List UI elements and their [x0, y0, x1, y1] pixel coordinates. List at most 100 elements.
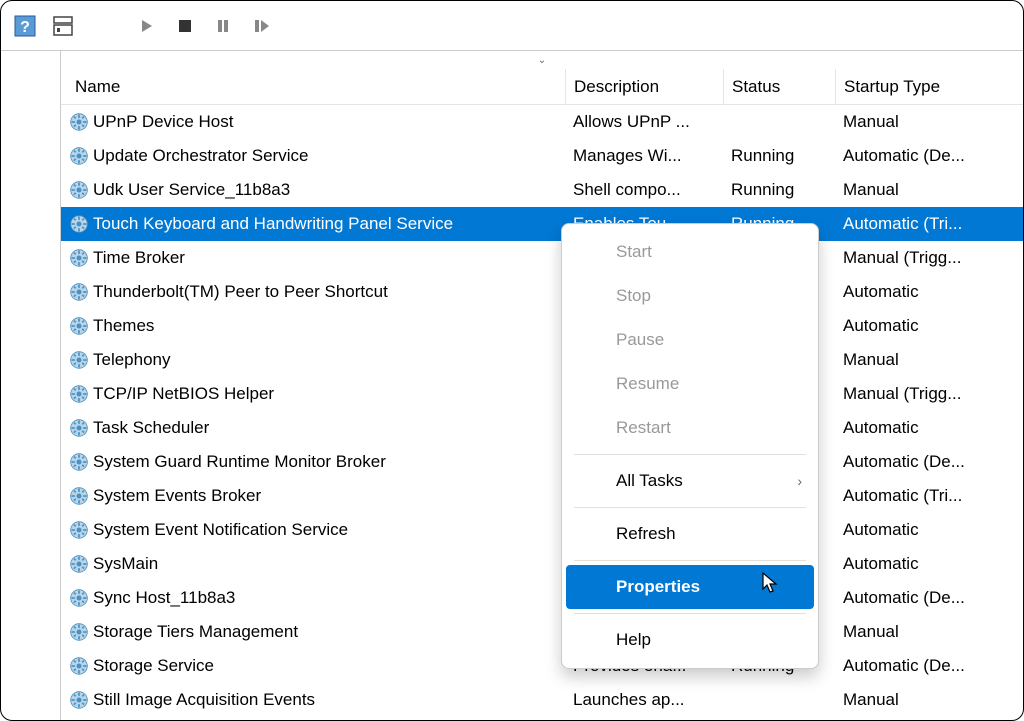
menu-separator	[574, 454, 806, 455]
context-menu: StartStopPauseResumeRestart All Tasks› Ref…	[561, 223, 819, 669]
gear-icon	[69, 690, 89, 710]
service-startup: Automatic	[835, 282, 1023, 302]
services-list: UPnP Device Host Allows UPnP ... Manual Upd…	[61, 105, 1023, 720]
gear-icon	[69, 554, 89, 574]
service-startup: Manual	[835, 690, 1023, 710]
service-startup: Manual (Trigg...	[835, 248, 1023, 268]
properties-toolbar-button[interactable]	[47, 10, 79, 42]
gear-icon	[69, 520, 89, 540]
chevron-right-icon: ›	[797, 473, 802, 489]
table-row[interactable]: Task Scheduler Automatic	[61, 411, 1023, 445]
column-header-startup[interactable]: Startup Type	[835, 69, 1023, 104]
help-icon: ?	[13, 14, 37, 38]
service-startup: Automatic (De...	[835, 588, 1023, 608]
column-header-description[interactable]: Description	[565, 69, 723, 104]
gear-icon	[69, 112, 89, 132]
toolbar: ?	[1, 1, 1023, 51]
menu-item-resume: Resume	[566, 362, 814, 406]
service-startup: Automatic	[835, 316, 1023, 336]
service-name: Storage Tiers Management	[93, 622, 298, 642]
column-header-name[interactable]: Name	[61, 77, 565, 97]
menu-separator	[574, 613, 806, 614]
stop-button[interactable]	[169, 10, 201, 42]
service-startup: Automatic (De...	[835, 452, 1023, 472]
pause-button[interactable]	[207, 10, 239, 42]
table-row[interactable]: Storage ServiceProvides ena...RunningAut…	[61, 649, 1023, 683]
start-button[interactable]	[131, 10, 163, 42]
menu-item-start: Start	[566, 230, 814, 274]
service-description: Allows UPnP ...	[565, 112, 723, 132]
service-description: Manages Wi...	[565, 146, 723, 166]
service-name: SysMain	[93, 554, 158, 574]
service-name: UPnP Device Host	[93, 112, 233, 132]
table-row[interactable]: Storage Tiers ManagementManual	[61, 615, 1023, 649]
gear-icon	[69, 656, 89, 676]
menu-item-refresh[interactable]: Refresh	[566, 512, 814, 556]
service-startup: Automatic (Tri...	[835, 486, 1023, 506]
gear-icon	[69, 282, 89, 302]
table-row[interactable]: Sync Host_11b8a3 Automatic (De...	[61, 581, 1023, 615]
left-panel	[1, 51, 61, 720]
table-row[interactable]: Touch Keyboard and Handwriting Panel Ser…	[61, 207, 1023, 241]
menu-item-stop: Stop	[566, 274, 814, 318]
column-headers: Name Description Status Startup Type	[61, 69, 1023, 105]
service-startup: Automatic (Tri...	[835, 214, 1023, 234]
table-row[interactable]: Udk User Service_11b8a3 Shell compo...Run…	[61, 173, 1023, 207]
gear-icon	[69, 452, 89, 472]
table-row[interactable]: UPnP Device HostAllows UPnP ...Manual	[61, 105, 1023, 139]
menu-item-all-tasks[interactable]: All Tasks›	[566, 459, 814, 503]
gear-icon	[69, 418, 89, 438]
service-name: Touch Keyboard and Handwriting Panel Ser…	[93, 214, 453, 234]
service-description: Launches ap...	[565, 690, 723, 710]
gear-icon	[69, 588, 89, 608]
table-row[interactable]: System Events Broker Automatic (Tri...	[61, 479, 1023, 513]
service-name: Udk User Service_11b8a3	[93, 180, 290, 200]
service-startup: Automatic	[835, 554, 1023, 574]
table-row[interactable]: Themes Automatic	[61, 309, 1023, 343]
table-row[interactable]: System Event Notification Service Automat…	[61, 513, 1023, 547]
service-startup: Manual	[835, 180, 1023, 200]
table-row[interactable]: Time BrokerManual (Trigg...	[61, 241, 1023, 275]
service-status: Running	[723, 180, 835, 200]
table-row[interactable]: TCP/IP NetBIOS HelperManual (Trigg...	[61, 377, 1023, 411]
menu-item-restart: Restart	[566, 406, 814, 450]
service-startup: Automatic	[835, 418, 1023, 438]
service-name: Sync Host_11b8a3	[93, 588, 235, 608]
service-name: Update Orchestrator Service	[93, 146, 308, 166]
gear-icon	[69, 622, 89, 642]
service-name: Themes	[93, 316, 154, 336]
gear-icon	[69, 180, 89, 200]
gear-icon	[69, 350, 89, 370]
table-row[interactable]: Still Image Acquisition Events Launches a…	[61, 683, 1023, 717]
service-name: Task Scheduler	[93, 418, 209, 438]
column-header-status[interactable]: Status	[723, 69, 835, 104]
table-row[interactable]: System Guard Runtime Monitor BrokerAutom…	[61, 445, 1023, 479]
gear-icon	[69, 214, 89, 234]
restart-button[interactable]	[245, 10, 277, 42]
table-row[interactable]: Update Orchestrator Service Manages Wi...…	[61, 139, 1023, 173]
sort-indicator[interactable]: ⌄	[61, 51, 1023, 69]
service-name: Thunderbolt(TM) Peer to Peer Shortcut	[93, 282, 388, 302]
help-button[interactable]: ?	[9, 10, 41, 42]
menu-item-pause: Pause	[566, 318, 814, 362]
service-name: System Event Notification Service	[93, 520, 348, 540]
menu-item-properties[interactable]: Properties	[566, 565, 814, 609]
service-status: Running	[723, 146, 835, 166]
service-name: Storage Service	[93, 656, 214, 676]
service-startup: Automatic (De...	[835, 656, 1023, 676]
service-name: Still Image Acquisition Events	[93, 690, 315, 710]
menu-item-help[interactable]: Help	[566, 618, 814, 662]
gear-icon	[69, 316, 89, 336]
window-icon	[51, 14, 75, 38]
service-startup: Manual (Trigg...	[835, 384, 1023, 404]
table-row[interactable]: TelephonyManual	[61, 343, 1023, 377]
service-name: Telephony	[93, 350, 171, 370]
service-startup: Automatic	[835, 520, 1023, 540]
gear-icon	[69, 384, 89, 404]
service-name: System Events Broker	[93, 486, 261, 506]
service-description: Shell compo...	[565, 180, 723, 200]
gear-icon	[69, 486, 89, 506]
table-row[interactable]: Thunderbolt(TM) Peer to Peer Shortcut Aut…	[61, 275, 1023, 309]
menu-separator	[574, 507, 806, 508]
table-row[interactable]: SysMain Automatic	[61, 547, 1023, 581]
